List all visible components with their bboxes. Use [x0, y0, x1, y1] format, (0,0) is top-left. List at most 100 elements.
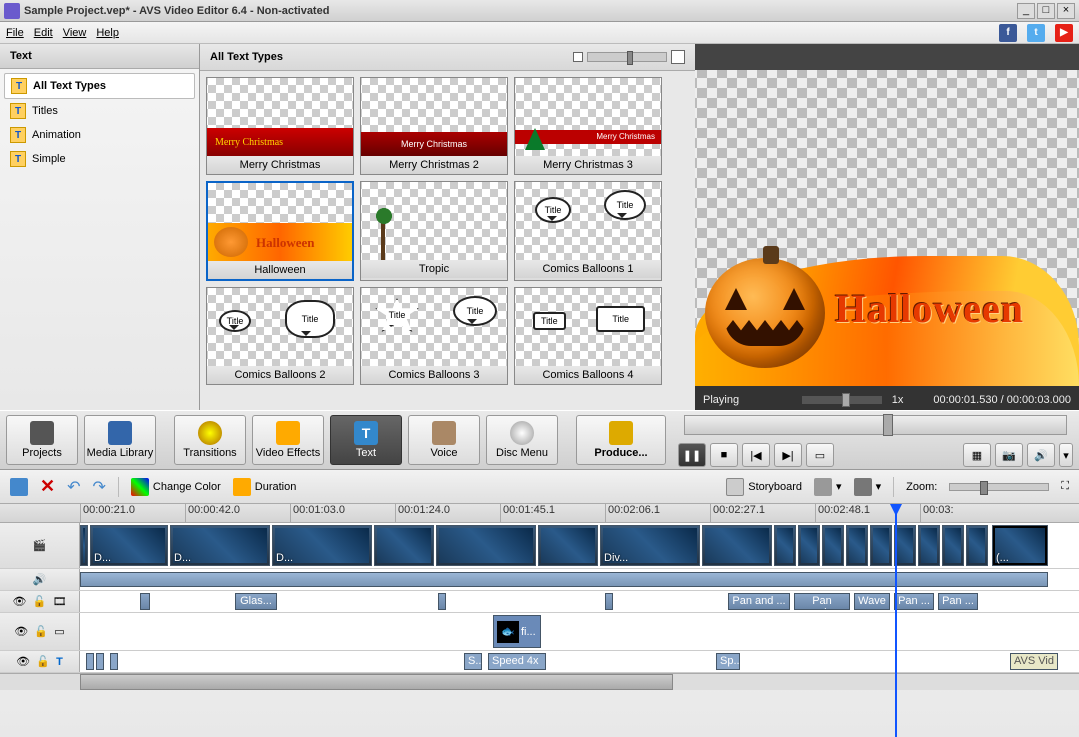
- fx-clip[interactable]: Wave: [854, 593, 890, 610]
- twitter-icon[interactable]: t: [1027, 24, 1045, 42]
- preset-comics-balloons-2[interactable]: TitleTitleComics Balloons 2: [206, 287, 354, 385]
- fx-clip[interactable]: Pan ...: [938, 593, 978, 610]
- video-clip[interactable]: [774, 525, 796, 566]
- cat-all-text-types[interactable]: TAll Text Types: [4, 73, 195, 99]
- video-clip[interactable]: D...: [170, 525, 270, 566]
- transitions-button[interactable]: Transitions: [174, 415, 246, 465]
- video-clip[interactable]: [846, 525, 868, 566]
- menu-view[interactable]: View: [63, 27, 87, 39]
- timeline-scrollbar[interactable]: [0, 673, 1079, 690]
- lock-icon[interactable]: 🔓: [33, 595, 51, 609]
- media-library-button[interactable]: Media Library: [84, 415, 156, 465]
- split-button[interactable]: [10, 478, 28, 496]
- menu-help[interactable]: Help: [96, 27, 119, 39]
- video-effects-button[interactable]: Video Effects: [252, 415, 324, 465]
- fullscreen-button[interactable]: ▭: [806, 443, 834, 467]
- thumb-size-small-icon[interactable]: [573, 52, 583, 62]
- change-color-button[interactable]: Change Color: [131, 478, 221, 496]
- next-frame-button[interactable]: ▶|: [774, 443, 802, 467]
- minimize-button[interactable]: _: [1017, 3, 1035, 19]
- thumb-size-slider[interactable]: [587, 52, 667, 62]
- video-clip[interactable]: [942, 525, 964, 566]
- eye-icon[interactable]: 👁: [16, 655, 34, 669]
- fx-clip[interactable]: Pan and...: [794, 593, 850, 610]
- fx-clip[interactable]: Glas...: [235, 593, 277, 610]
- projects-button[interactable]: Projects: [6, 415, 78, 465]
- fx-clip[interactable]: [605, 593, 613, 610]
- eye-icon[interactable]: 👁: [13, 595, 31, 609]
- speed-clip[interactable]: S...: [464, 653, 482, 670]
- fx-clip[interactable]: [438, 593, 446, 610]
- video-clip[interactable]: [702, 525, 772, 566]
- video-clip[interactable]: [80, 525, 88, 566]
- cat-animation[interactable]: TAnimation: [4, 123, 195, 147]
- view-mode-2[interactable]: ▾: [854, 478, 882, 496]
- voice-button[interactable]: Voice: [408, 415, 480, 465]
- preset-tropic[interactable]: Tropic: [360, 181, 508, 281]
- time-ruler[interactable]: 00:00:21.000:00:42.000:01:03.000:01:24.0…: [0, 504, 1079, 523]
- cat-simple[interactable]: TSimple: [4, 147, 195, 171]
- preset-halloween[interactable]: HalloweenHalloween: [206, 181, 354, 281]
- prev-frame-button[interactable]: |◀: [742, 443, 770, 467]
- fx-clip[interactable]: Pan and ...: [728, 593, 790, 610]
- video-clip[interactable]: [538, 525, 598, 566]
- preset-comics-balloons-4[interactable]: TitleTitleComics Balloons 4: [514, 287, 662, 385]
- preset-merry-christmas-3[interactable]: Merry ChristmasMerry Christmas 3: [514, 77, 662, 175]
- video-clip[interactable]: [436, 525, 536, 566]
- cat-titles[interactable]: TTitles: [4, 99, 195, 123]
- video-clip[interactable]: Div...: [600, 525, 700, 566]
- fx-clip[interactable]: Pan ...: [894, 593, 934, 610]
- preset-comics-balloons-1[interactable]: TitleTitleComics Balloons 1: [514, 181, 662, 281]
- duration-button[interactable]: Duration: [233, 478, 297, 496]
- watermark-clip[interactable]: AVS Vid: [1010, 653, 1058, 670]
- delete-button[interactable]: ✕: [40, 476, 55, 497]
- video-clip[interactable]: [966, 525, 988, 566]
- video-clip[interactable]: [798, 525, 820, 566]
- preset-merry-christmas-2[interactable]: Merry ChristmasMerry Christmas 2: [360, 77, 508, 175]
- menu-file[interactable]: File: [6, 27, 24, 39]
- disc-menu-button[interactable]: Disc Menu: [486, 415, 558, 465]
- zoom-slider[interactable]: [949, 483, 1049, 491]
- text-button[interactable]: TText: [330, 415, 402, 465]
- zoom-fit-button[interactable]: ⛶: [1061, 480, 1069, 493]
- audio-clip[interactable]: [80, 572, 1048, 587]
- video-clip[interactable]: [918, 525, 940, 566]
- video-clip[interactable]: D...: [272, 525, 372, 566]
- storyboard-toggle[interactable]: Storyboard: [726, 478, 802, 496]
- menu-edit[interactable]: Edit: [34, 27, 53, 39]
- speed-clip[interactable]: [86, 653, 94, 670]
- speed-clip[interactable]: Speed 4x: [488, 653, 546, 670]
- video-clip[interactable]: [374, 525, 434, 566]
- eye-icon[interactable]: 👁: [14, 625, 32, 639]
- redo-button[interactable]: ↷: [93, 477, 106, 497]
- speed-clip[interactable]: [96, 653, 104, 670]
- snapshot-button[interactable]: 📷: [995, 443, 1023, 467]
- speed-clip[interactable]: [110, 653, 118, 670]
- screen-button[interactable]: ▦: [963, 443, 991, 467]
- video-clip[interactable]: (...: [992, 525, 1048, 566]
- maximize-button[interactable]: □: [1037, 3, 1055, 19]
- overlay-clip[interactable]: 🐟fi...: [493, 615, 541, 648]
- lock-icon[interactable]: 🔓: [34, 625, 52, 639]
- preset-merry-christmas[interactable]: Merry ChristmasMerry Christmas: [206, 77, 354, 175]
- stop-button[interactable]: ■: [710, 443, 738, 467]
- preset-comics-balloons-3[interactable]: TitleTitleComics Balloons 3: [360, 287, 508, 385]
- seek-slider[interactable]: [684, 415, 1067, 435]
- playhead[interactable]: [895, 504, 897, 737]
- produce-button[interactable]: Produce...: [576, 415, 666, 465]
- thumb-size-large-icon[interactable]: [671, 50, 685, 64]
- volume-dropdown[interactable]: ▾: [1059, 443, 1073, 467]
- speed-clip[interactable]: Sp...: [716, 653, 740, 670]
- facebook-icon[interactable]: f: [999, 24, 1017, 42]
- video-clip[interactable]: [894, 525, 916, 566]
- view-mode-1[interactable]: ▾: [814, 478, 842, 496]
- video-clip[interactable]: D...: [90, 525, 168, 566]
- fx-clip[interactable]: [140, 593, 150, 610]
- video-clip[interactable]: [870, 525, 892, 566]
- volume-button[interactable]: 🔊: [1027, 443, 1055, 467]
- lock-icon[interactable]: 🔓: [36, 655, 54, 669]
- speed-slider[interactable]: [802, 396, 882, 404]
- youtube-icon[interactable]: ▶: [1055, 24, 1073, 42]
- undo-button[interactable]: ↶: [67, 477, 80, 497]
- close-button[interactable]: ×: [1057, 3, 1075, 19]
